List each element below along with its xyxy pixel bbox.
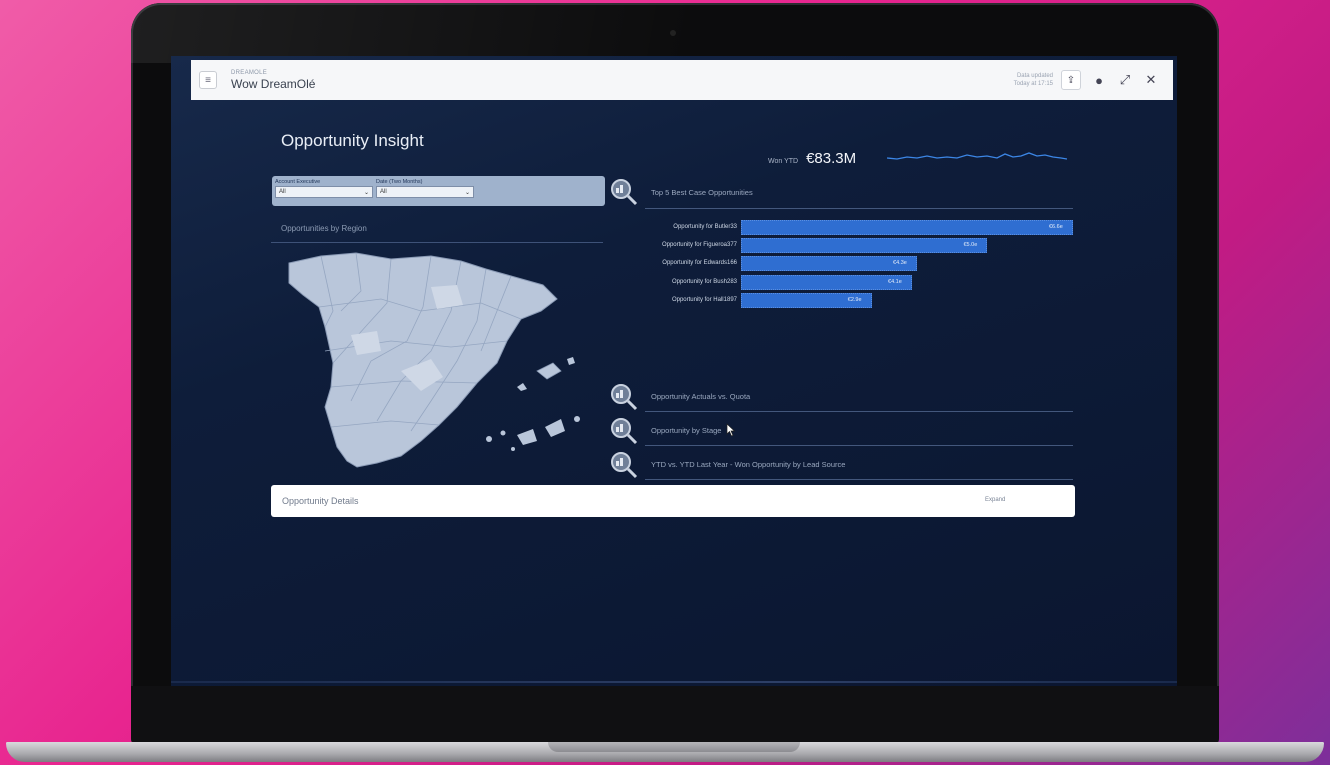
top5-title: Top 5 Best Case Opportunities xyxy=(651,188,753,197)
bar-category-label: Opportunity for Figueroa377 xyxy=(661,242,737,249)
filter-account-executive: Account Executive All ⌄ xyxy=(275,179,373,198)
data-updated-text: Data updated Today at 17:15 xyxy=(1014,72,1053,88)
laptop-notch xyxy=(548,742,800,752)
filter-label: Date (Two Months) xyxy=(376,179,423,185)
fullscreen-button[interactable]: ⤢ xyxy=(1115,70,1135,90)
bar-category-label: Opportunity for Bush283 xyxy=(671,278,737,285)
close-icon: ✕ xyxy=(1145,72,1157,87)
bar-value-label: €4.1e xyxy=(888,278,902,285)
camera xyxy=(670,30,676,36)
app-title: Wow DreamOlé xyxy=(231,76,316,91)
section-ytd-lead-source[interactable]: YTD vs. YTD Last Year - Won Opportunity … xyxy=(651,460,845,469)
data-updated-time: Today at 17:15 xyxy=(1013,81,1053,87)
filter-panel: Account Executive All ⌄ Date (Two Months… xyxy=(272,176,605,206)
filter-value: All xyxy=(380,189,387,195)
divider xyxy=(645,479,1073,480)
bar[interactable] xyxy=(741,274,913,290)
won-ytd-metric: Won YTD €83.3M xyxy=(768,150,856,167)
opportunity-details-bar[interactable]: Opportunity Details Expand xyxy=(271,485,1075,517)
filter-value: All xyxy=(279,189,286,195)
magnifier-chart-icon xyxy=(611,179,638,206)
comment-button[interactable]: ● xyxy=(1089,70,1109,90)
view-actions: ● ⤢ ✕ xyxy=(1089,70,1161,90)
magnifier-chart-icon xyxy=(611,384,638,411)
bar-category-label: Opportunity for Butler33 xyxy=(673,224,737,230)
region-section-title: Opportunities by Region xyxy=(281,224,367,233)
laptop-bezel xyxy=(131,686,1219,744)
bar-value-label: €6.6e xyxy=(1049,224,1063,230)
account-executive-select[interactable]: All ⌄ xyxy=(275,186,373,198)
bar[interactable] xyxy=(741,256,918,272)
date-select[interactable]: All ⌄ xyxy=(376,186,474,198)
divider xyxy=(645,411,1073,412)
bar[interactable] xyxy=(741,220,1073,235)
share-button[interactable]: ⇪ xyxy=(1061,70,1081,90)
won-ytd-label: Won YTD xyxy=(768,158,799,165)
section-opportunity-by-stage[interactable]: Opportunity by Stage xyxy=(651,426,721,435)
divider xyxy=(271,242,603,243)
bar-category-label: Opportunity for Hall1897 xyxy=(671,296,737,303)
expand-icon: ⤢ xyxy=(1119,72,1131,87)
header-actions: Data updated Today at 17:15 ⇪ ● ⤢ ✕ xyxy=(1014,70,1161,90)
magnifier-chart-icon xyxy=(611,452,638,479)
data-updated-label: Data updated xyxy=(1016,73,1053,79)
dashboard-title: Opportunity Insight xyxy=(281,131,424,150)
menu-icon[interactable]: ≡ xyxy=(199,71,217,89)
filter-date: Date (Two Months) All ⌄ xyxy=(376,179,474,198)
won-ytd-value: €83.3M xyxy=(806,150,857,167)
close-button[interactable]: ✕ xyxy=(1141,70,1161,90)
spain-map[interactable] xyxy=(281,251,581,476)
comment-icon: ● xyxy=(1095,72,1103,88)
screen-edge xyxy=(171,681,1177,683)
bar-value-label: €5.0e xyxy=(963,242,978,249)
bar[interactable] xyxy=(741,238,988,254)
bar-category-label: Opportunity for Edwards166 xyxy=(662,260,737,267)
app-header: ≡ DREAMOLE Wow DreamOlé Data updated Tod… xyxy=(191,60,1173,100)
app-title-block: DREAMOLE Wow DreamOlé xyxy=(231,70,315,91)
details-title: Opportunity Details xyxy=(282,496,359,506)
won-ytd-sparkline xyxy=(887,152,1067,160)
share-icon: ⇪ xyxy=(1066,74,1076,86)
divider xyxy=(645,445,1073,446)
chevron-down-icon: ⌄ xyxy=(363,189,369,196)
mouse-cursor-icon xyxy=(726,423,736,437)
chevron-down-icon: ⌄ xyxy=(464,189,470,196)
app-subtitle: DREAMOLE xyxy=(231,69,268,76)
expand-button[interactable]: Expand xyxy=(985,497,1005,503)
filter-label: Account Executive xyxy=(275,179,321,185)
laptop-screen: ≡ DREAMOLE Wow DreamOlé Data updated Tod… xyxy=(171,56,1177,686)
bar-value-label: €2.9e xyxy=(847,296,862,303)
divider xyxy=(645,208,1073,209)
section-actuals-vs-quota[interactable]: Opportunity Actuals vs. Quota xyxy=(651,392,750,401)
magnifier-chart-icon xyxy=(611,418,638,445)
bar-value-label: €4.3e xyxy=(893,260,907,267)
